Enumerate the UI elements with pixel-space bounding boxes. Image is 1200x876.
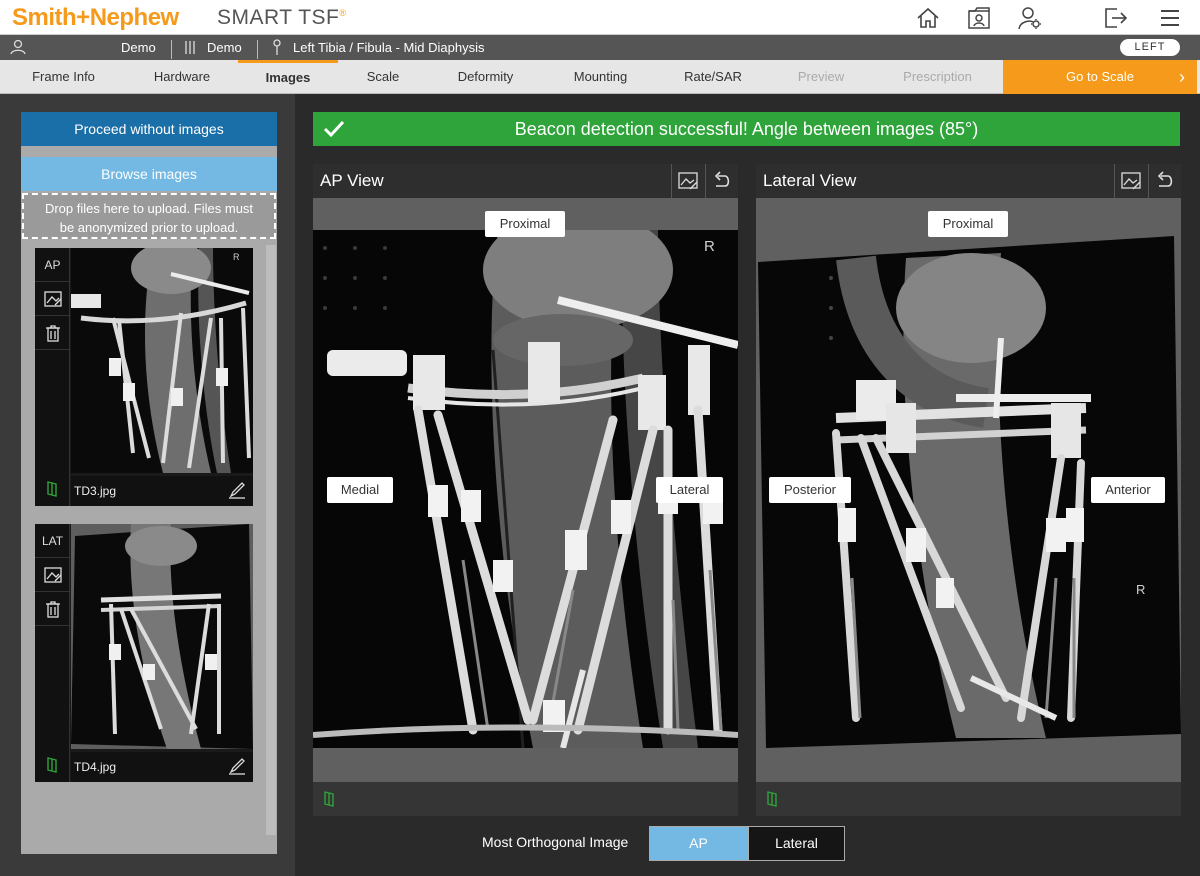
thumbnail-image-lat bbox=[71, 524, 253, 749]
beacon-success-banner: Beacon detection successful! Angle betwe… bbox=[313, 112, 1180, 146]
beacon-detected-icon bbox=[47, 757, 57, 773]
drop-zone-text-line2: be anonymized prior to upload. bbox=[59, 220, 239, 235]
ap-view-panel: AP View R Proximal Medial Lateral bbox=[313, 164, 738, 816]
header-bar: Smith+Nephew SMART TSF® bbox=[0, 0, 1200, 35]
beacon-detected-icon bbox=[324, 791, 334, 807]
ap-view-header: AP View bbox=[313, 164, 738, 198]
patient-first-name: Demo bbox=[121, 40, 156, 55]
beacon-detected-icon bbox=[47, 481, 57, 497]
browse-images-button[interactable]: Browse images bbox=[21, 157, 277, 191]
app-window: Smith+Nephew SMART TSF® Demo Demo Left T… bbox=[0, 0, 1200, 876]
thumbnail-image-ap: R bbox=[71, 248, 253, 473]
drop-zone-text-line1: Drop files here to upload. Files must bbox=[44, 201, 254, 216]
undo-icon[interactable] bbox=[1148, 164, 1181, 198]
edit-icon[interactable] bbox=[227, 756, 247, 776]
lateral-view-header: Lateral View bbox=[756, 164, 1181, 198]
svg-text:R: R bbox=[233, 252, 240, 262]
thumbnail-card-lat[interactable]: LAT TD4.jpg bbox=[35, 524, 253, 782]
patient-folder-icon[interactable] bbox=[966, 5, 992, 31]
patient-id-icon bbox=[184, 40, 198, 58]
home-icon[interactable] bbox=[915, 5, 941, 31]
tab-preview: Preview bbox=[797, 69, 845, 84]
thumbnail-caption: TD3.jpg bbox=[71, 476, 253, 506]
image-adjust-icon[interactable] bbox=[1114, 164, 1147, 198]
beacon-message: Beacon detection successful! Angle betwe… bbox=[514, 119, 979, 139]
ap-proximal-label[interactable]: Proximal bbox=[485, 211, 565, 237]
procedure-label: Left Tibia / Fibula - Mid Diaphysis bbox=[293, 40, 485, 55]
ap-view-footer bbox=[313, 782, 738, 816]
orthogonal-lateral-option[interactable]: Lateral bbox=[748, 826, 845, 861]
thumbnail-filename: TD4.jpg bbox=[74, 760, 117, 774]
side-badge: LEFT bbox=[1120, 39, 1180, 56]
tab-scale[interactable]: Scale bbox=[338, 60, 428, 94]
undo-icon[interactable] bbox=[705, 164, 738, 198]
patient-last-name: Demo bbox=[207, 40, 242, 55]
chevron-right-icon: › bbox=[1179, 67, 1185, 87]
thumbnail-toolbar: LAT bbox=[35, 524, 70, 782]
menu-icon[interactable] bbox=[1157, 5, 1183, 31]
image-adjust-icon[interactable] bbox=[671, 164, 704, 198]
proceed-without-images-button[interactable]: Proceed without images bbox=[21, 112, 277, 146]
orthogonal-ap-option[interactable]: AP bbox=[649, 826, 748, 861]
go-to-scale-button[interactable]: Go to Scale › bbox=[1003, 60, 1197, 94]
lateral-view-title: Lateral View bbox=[763, 171, 857, 190]
thumbnail-toolbar: AP bbox=[35, 248, 70, 506]
most-orthogonal-label: Most Orthogonal Image bbox=[482, 834, 629, 850]
thumbnail-view-tag: AP bbox=[35, 248, 70, 282]
logout-icon[interactable] bbox=[1102, 5, 1128, 31]
beacon-detected-icon bbox=[767, 791, 777, 807]
patient-icon bbox=[10, 39, 28, 58]
lateral-proximal-label[interactable]: Proximal bbox=[928, 211, 1008, 237]
thumbnail-caption: TD4.jpg bbox=[71, 752, 253, 782]
lateral-side-marker: R bbox=[1136, 582, 1146, 597]
product-name: SMART TSF® bbox=[217, 6, 347, 29]
ap-lateral-label[interactable]: Lateral bbox=[656, 477, 723, 503]
file-drop-zone[interactable]: Drop files here to upload. Files must be… bbox=[22, 193, 276, 239]
divider bbox=[171, 40, 172, 59]
image-adjust-icon[interactable] bbox=[35, 282, 70, 316]
lateral-posterior-label[interactable]: Posterior bbox=[769, 477, 851, 503]
checkmark-icon bbox=[323, 120, 345, 138]
patient-bar: Demo Demo Left Tibia / Fibula - Mid Diap… bbox=[0, 35, 1200, 60]
tab-images[interactable]: Images bbox=[238, 60, 338, 94]
lateral-view-panel: Lateral View R Proximal Posterior Anteri… bbox=[756, 164, 1181, 816]
brand-logo: Smith+Nephew bbox=[12, 4, 179, 31]
divider bbox=[257, 40, 258, 59]
tab-mounting[interactable]: Mounting bbox=[543, 60, 658, 94]
user-settings-icon[interactable] bbox=[1017, 5, 1043, 31]
edit-icon[interactable] bbox=[227, 480, 247, 500]
thumbnail-view-tag: LAT bbox=[35, 524, 70, 558]
tab-frame-info[interactable]: Frame Info bbox=[0, 60, 127, 94]
trash-icon[interactable] bbox=[35, 592, 70, 626]
tab-hardware[interactable]: Hardware bbox=[127, 60, 237, 94]
ap-side-marker: R bbox=[704, 238, 715, 255]
lateral-anterior-label[interactable]: Anterior bbox=[1091, 477, 1165, 503]
lateral-view-footer bbox=[756, 782, 1181, 816]
ap-medial-label[interactable]: Medial bbox=[327, 477, 393, 503]
thumbnail-card-ap[interactable]: AP R TD3.jpg bbox=[35, 248, 253, 506]
bone-icon bbox=[272, 39, 282, 59]
thumbnail-filename: TD3.jpg bbox=[74, 484, 117, 498]
ap-view-title: AP View bbox=[320, 171, 384, 190]
go-to-scale-label: Go to Scale bbox=[1066, 69, 1134, 84]
image-adjust-icon[interactable] bbox=[35, 558, 70, 592]
tab-rate-sar[interactable]: Rate/SAR bbox=[658, 60, 768, 94]
library-scrollbar[interactable] bbox=[266, 245, 276, 835]
trash-icon[interactable] bbox=[35, 316, 70, 350]
tab-prescription: Prescription bbox=[903, 69, 972, 84]
tab-deformity[interactable]: Deformity bbox=[428, 60, 543, 94]
